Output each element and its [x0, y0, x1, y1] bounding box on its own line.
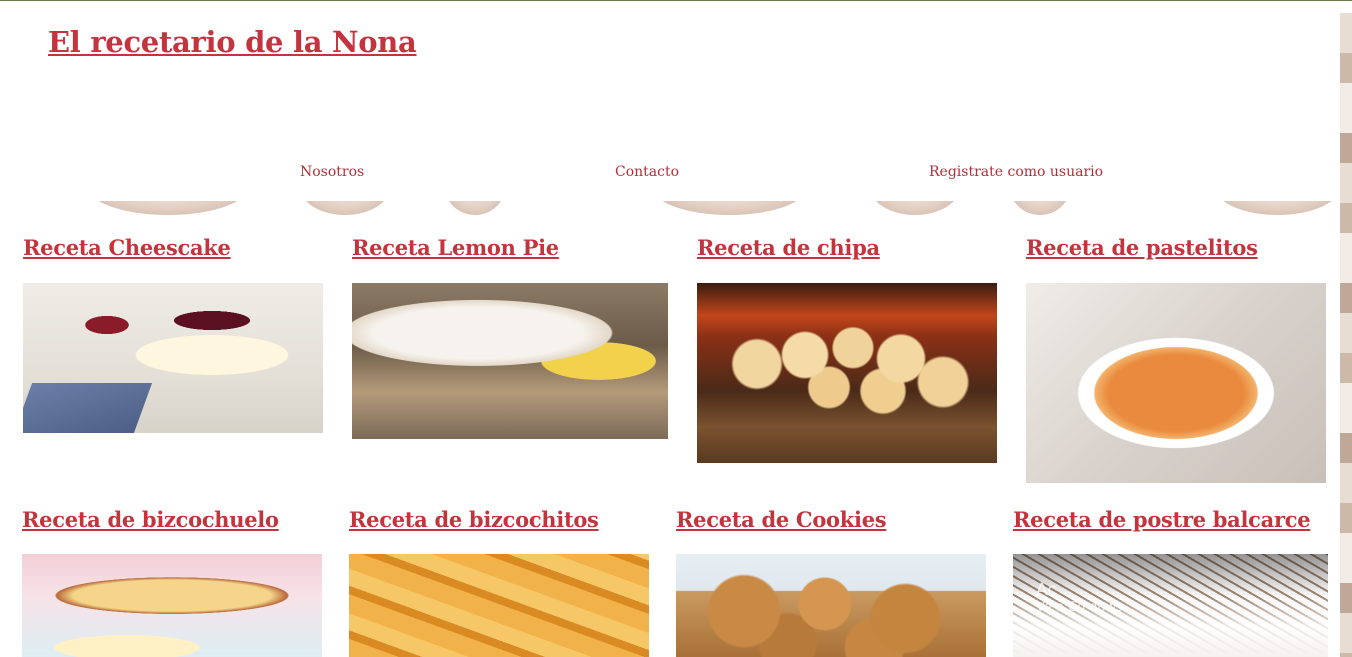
recipe-card: Receta de postre balcarce [1013, 507, 1311, 532]
postre-balcarce-image[interactable] [1013, 554, 1328, 657]
recipe-title-link[interactable]: Receta de bizcochuelo [22, 507, 279, 532]
recipe-title-link[interactable]: Receta Cheescake [23, 235, 231, 260]
pastelitos-image[interactable] [1026, 283, 1326, 483]
chipa-image[interactable] [697, 283, 997, 463]
recipe-card: Receta de bizcochitos [349, 507, 599, 532]
recipe-title-link[interactable]: Receta de bizcochitos [349, 507, 599, 532]
main-nav: Nosotros Contacto Registrate como usuari… [0, 164, 1340, 188]
lemon-pie-image[interactable] [352, 283, 668, 439]
decorative-blob [88, 201, 248, 215]
decorative-blob [652, 201, 807, 215]
bizcochuelo-image[interactable] [22, 554, 322, 657]
site-title-link[interactable]: El recetario de la Nona [48, 25, 417, 59]
cheesecake-image[interactable] [23, 283, 323, 433]
page: El recetario de la Nona Nosotros Contact… [0, 0, 1352, 657]
decorative-blob [1010, 201, 1070, 215]
decorative-blob [445, 201, 505, 215]
recipe-card: Receta de chipa [697, 235, 880, 260]
recipe-title-link[interactable]: Receta de pastelitos [1026, 235, 1258, 260]
recipe-title-link[interactable]: Receta de postre balcarce [1013, 507, 1311, 532]
decorative-blob [870, 201, 960, 215]
cookies-image[interactable] [676, 554, 986, 657]
background-image-strip [1340, 13, 1352, 657]
recipe-card: Receta de bizcochuelo [22, 507, 279, 532]
recipe-title-link[interactable]: Receta de chipa [697, 235, 880, 260]
decorative-blob [1215, 201, 1340, 215]
recipe-card: Receta de pastelitos [1026, 235, 1258, 260]
bizcochitos-image[interactable] [349, 554, 649, 657]
nav-link-contacto[interactable]: Contacto [615, 164, 679, 180]
recipe-title-link[interactable]: Receta de Cookies [676, 507, 887, 532]
recipe-card: Receta de Cookies [676, 507, 887, 532]
decorative-blob [300, 201, 390, 215]
recipe-card: Receta Lemon Pie [352, 235, 559, 260]
nav-link-nosotros[interactable]: Nosotros [300, 164, 364, 180]
recipe-card: Receta Cheescake [23, 235, 231, 260]
decorative-banner-strip [0, 201, 1340, 215]
nav-link-registrate[interactable]: Registrate como usuario [929, 164, 1103, 180]
recipe-title-link[interactable]: Receta Lemon Pie [352, 235, 559, 260]
